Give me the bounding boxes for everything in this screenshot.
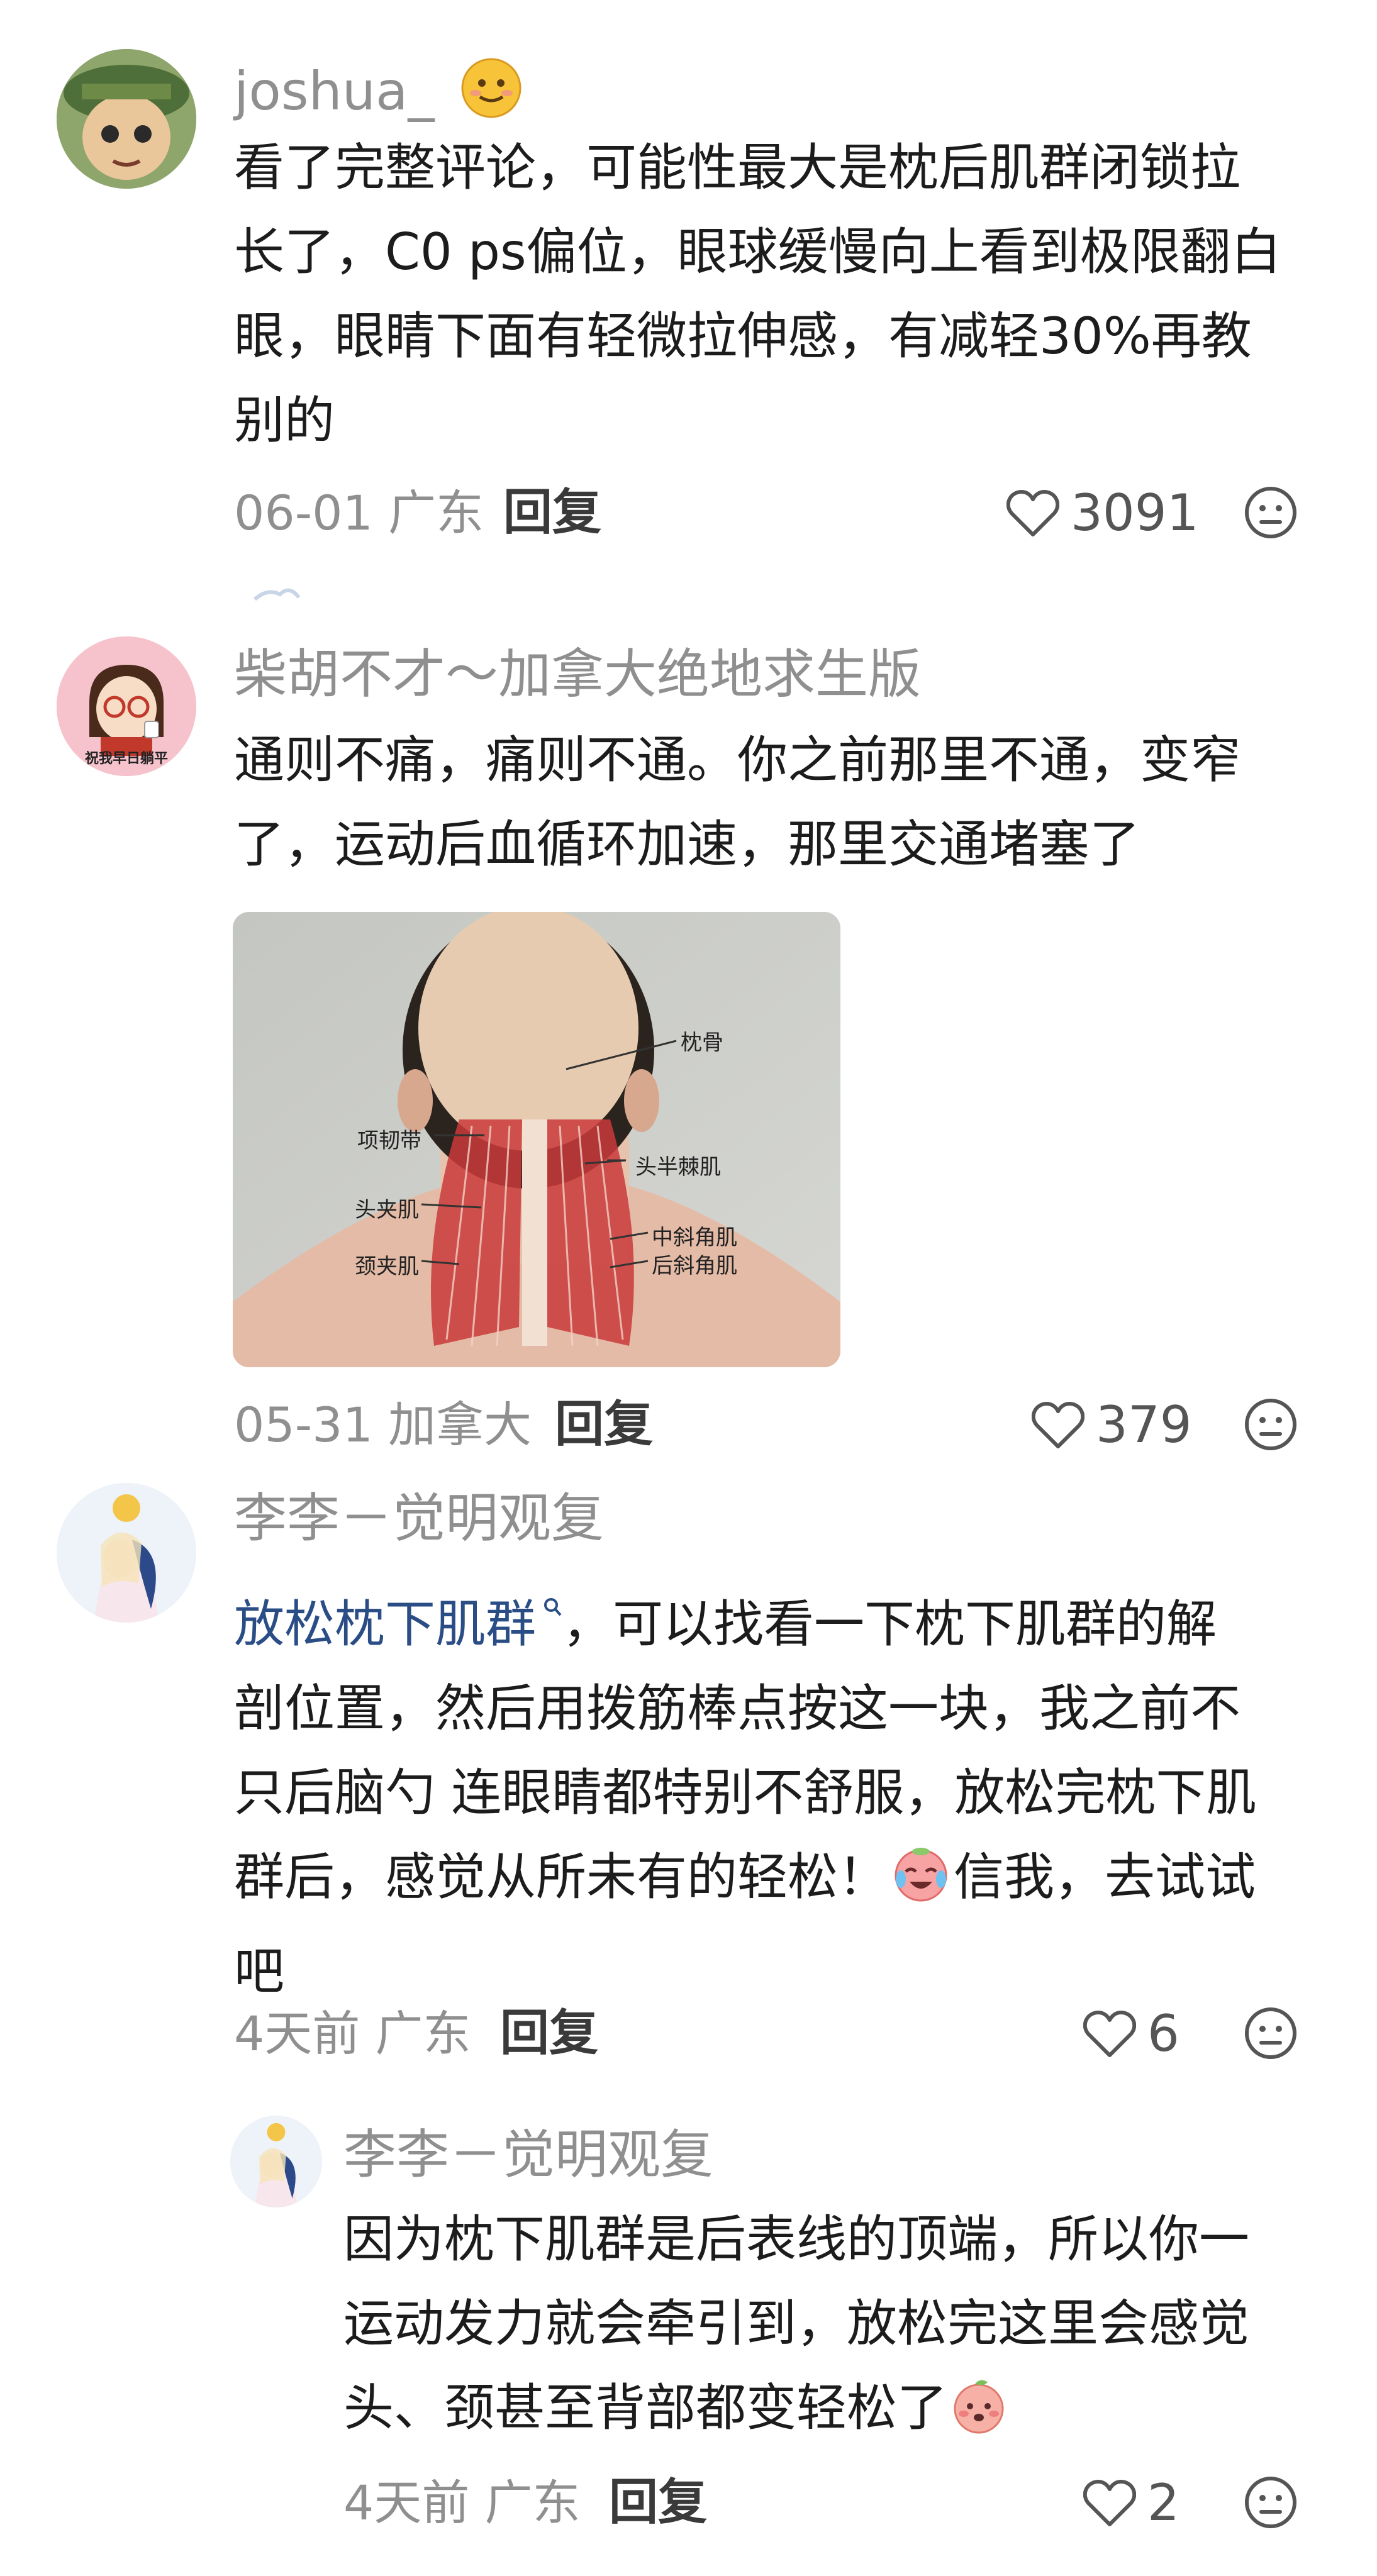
avatar[interactable]: 祝我早日躺平 [57,636,196,776]
crying-laughing-emoji-icon [892,1845,950,1929]
username[interactable]: 李李－觉明观复 [343,2128,713,2181]
timestamp-location: 05-31 加拿大 [234,1397,532,1453]
comment-joshua: joshua_ 看了完整评论，可能性最大是枕后肌群闭锁拉 长了，C0 ps偏位，… [0,0,1377,601]
comment-text-segment: 群后，感觉从所未有的轻松！ [234,1848,888,1906]
like-button[interactable]: 2 [1083,2472,1179,2534]
comment-line: 看了完整评论，可能性最大是枕后肌群闭锁拉 [234,138,1240,197]
heart-outline-icon [1083,2480,1136,2526]
image-label: 枕骨 [681,1030,723,1055]
comment-line: 剖位置，然后用拨筋棒点按这一块，我之前不 [234,1679,1240,1738]
like-button[interactable]: 6 [1083,2002,1179,2065]
heart-outline-icon [1006,490,1059,536]
comment-line: 头、颈甚至背部都变轻松了 [343,2366,1249,2460]
comment-line: 群后，感觉从所未有的轻松！ 信我，去试试 [234,1835,1256,1929]
avatar[interactable] [57,1483,196,1623]
comment-text: 看了完整评论，可能性最大是枕后肌群闭锁拉 长了，C0 ps偏位，眼球缓慢向上看到… [234,126,1281,463]
comment-line: 只后脑勺 连眼睛都特别不舒服，放松完枕下肌 [234,1763,1257,1822]
reply-button[interactable]: 回复 [609,2478,707,2527]
like-count: 6 [1147,2004,1179,2063]
heart-outline-icon [1032,1402,1084,1448]
comment-line: 因为枕下肌群是后表线的顶端，所以你一 [343,2210,1249,2268]
comment-line: 通则不痛，痛则不通。你之前那里不通，变窄 [234,731,1240,789]
attached-neck-muscle-image[interactable]: 枕骨 项韧带 头半棘肌 头夹肌 中斜角肌 颈夹肌 后斜角肌 [233,912,840,1367]
comment-line: 别的 [234,391,335,450]
avatar[interactable] [57,49,196,189]
comment-text: 通则不痛，痛则不通。你之前那里不通，变窄 了，运动后血循环加速，那里交通堵塞了 [234,718,1240,887]
comment-line: 放松枕下肌群 ，可以找看一下枕下肌群的解 [234,1560,1256,1667]
username[interactable]: 柴胡不才～加拿大绝地求生版 [234,648,921,701]
neck-anatomy-illustration [233,912,840,1367]
image-label: 项韧带 [357,1128,421,1153]
comment-line: 了，运动后血循环加速，那里交通堵塞了 [234,815,1140,874]
comment-text-segment: 头、颈甚至背部都变轻松了 [343,2379,947,2437]
like-count: 2 [1147,2473,1179,2532]
comment-text-segment: ，可以找看一下枕下肌群的解 [562,1595,1217,1653]
comment-text-segment: 信我，去试试 [954,1848,1256,1906]
smiling-face-emoji-icon [460,57,523,128]
username[interactable]: joshua_ [234,57,523,128]
image-label: 颈夹肌 [355,1254,419,1279]
reply-button[interactable]: 回复 [500,2009,598,2058]
image-label: 中斜角肌 [652,1225,737,1250]
heart-outline-icon [1083,2011,1136,2057]
timestamp-location: 4天前 广东 [343,2475,581,2531]
reply-button[interactable]: 回复 [555,1400,653,1449]
like-count: 379 [1096,1396,1192,1454]
image-label: 后斜角肌 [652,1253,737,1279]
topic-link[interactable]: 放松枕下肌群 [234,1595,536,1653]
neutral-face-icon[interactable] [1242,1396,1299,1455]
username[interactable]: 李李－觉明观复 [234,1492,604,1545]
timestamp-location: 06-01 广东 [234,485,484,541]
reply-button[interactable]: 回复 [503,488,601,537]
comment-text: 因为枕下肌群是后表线的顶端，所以你一 运动发力就会牵引到，放松完这里会感觉 头、… [343,2197,1249,2460]
comment-line: 长了，C0 ps偏位，眼球缓慢向上看到极限翻白 [234,223,1281,281]
comment-line: 运动发力就会牵引到，放松完这里会感觉 [343,2294,1249,2353]
neutral-face-icon[interactable] [1242,2005,1299,2064]
avatar-illustration-image [57,1483,196,1623]
like-button[interactable]: 379 [1032,1394,1192,1457]
like-count: 3091 [1071,484,1199,542]
partial-avatar-fragment [248,582,305,601]
image-label: 头半棘肌 [635,1155,721,1180]
avatar-illustration-image [230,2116,322,2207]
neutral-face-icon[interactable] [1242,2474,1299,2533]
avatar-caption: 祝我早日躺平 [84,751,168,767]
blushing-peach-emoji-icon [950,2376,1008,2460]
image-label: 头夹肌 [355,1197,419,1223]
like-button[interactable]: 3091 [1006,482,1199,545]
avatar-cartoon-image [57,49,196,189]
comment-text: 放松枕下肌群 ，可以找看一下枕下肌群的解 剖位置，然后用拨筋棒点按这一块，我之前不… [234,1560,1256,2014]
neutral-face-icon[interactable] [1242,484,1299,543]
comment-line: 吧 [234,1942,284,2001]
search-icon[interactable] [544,1560,562,1644]
timestamp-location: 4天前 广东 [234,2006,471,2062]
avatar[interactable] [230,2116,322,2207]
comment-line: 眼，眼睛下面有轻微拉伸感，有减轻30%再教 [234,307,1252,365]
